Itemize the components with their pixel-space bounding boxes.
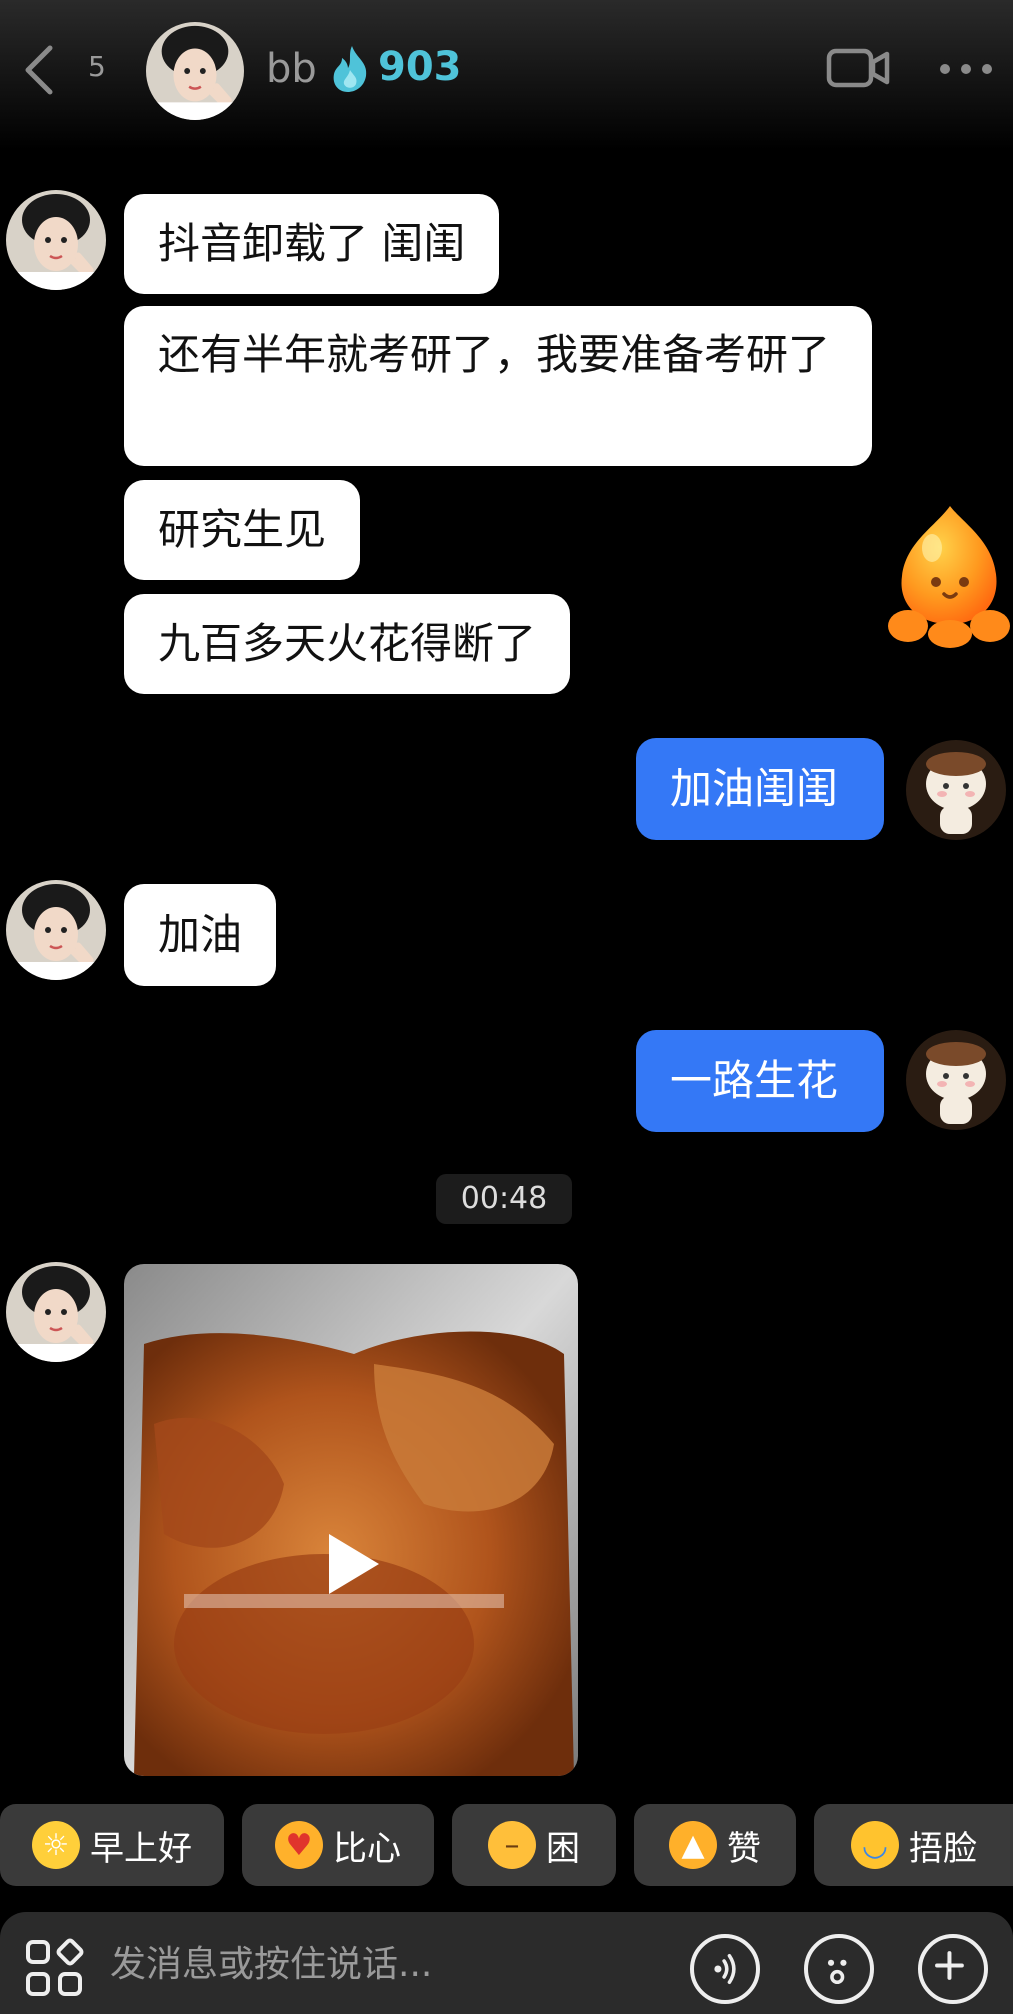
message-bubble-incoming[interactable]: 加油 (124, 884, 277, 986)
message-bubble-incoming[interactable]: 还有半年就考研了，我要准备考研了 (124, 306, 872, 466)
apps-grid-icon[interactable] (24, 1938, 84, 1998)
facepalm-emoji-icon: ◡ (851, 1821, 899, 1869)
heart-hands-emoji-icon: ♥ (275, 1821, 323, 1869)
more-options-icon[interactable] (938, 62, 994, 76)
quick-reply-bar: ☼ 早上好 ♥ 比心 – 困 ▲ 赞 ◡ 捂脸 (0, 1804, 1013, 1886)
sun-glasses-emoji-icon: ☼ (32, 1821, 80, 1869)
contact-avatar[interactable] (6, 190, 106, 290)
sleepy-face-emoji-icon: – (488, 1821, 536, 1869)
quick-reply-heart[interactable]: ♥ 比心 (242, 1804, 434, 1886)
contact-name: bb (266, 46, 317, 92)
contact-avatar[interactable] (146, 22, 244, 120)
quick-reply-label: 赞 (727, 1828, 761, 1869)
video-message-thumbnail[interactable] (124, 1264, 578, 1776)
message-bubble-outgoing[interactable]: 加油闺闺 (636, 738, 884, 840)
emoji-picker-icon[interactable] (804, 1934, 874, 2004)
message-bubble-outgoing[interactable]: 一路生花 (636, 1030, 884, 1132)
message-input[interactable] (110, 1934, 670, 1994)
thumbs-up-emoji-icon: ▲ (669, 1821, 717, 1869)
quick-reply-label: 早上好 (90, 1828, 192, 1869)
quick-reply-label: 比心 (333, 1828, 401, 1869)
message-bubble-incoming[interactable]: 抖音卸载了 闺闺 (124, 194, 500, 294)
my-avatar[interactable] (906, 740, 1006, 840)
back-arrow-icon[interactable] (20, 42, 60, 98)
contact-avatar[interactable] (6, 880, 106, 980)
quick-reply-label: 捂脸 (909, 1828, 977, 1869)
add-more-icon[interactable] (918, 1934, 988, 2004)
quick-reply-sleepy[interactable]: – 困 (452, 1804, 616, 1886)
contact-avatar[interactable] (6, 1262, 106, 1362)
message-timestamp: 00:48 (436, 1174, 572, 1224)
quick-reply-good-morning[interactable]: ☼ 早上好 (0, 1804, 224, 1886)
quick-reply-label: 困 (546, 1828, 580, 1869)
my-avatar[interactable] (906, 1030, 1006, 1130)
spark-flame-icon (333, 46, 367, 92)
mascot-sticker-icon (888, 506, 1010, 648)
message-bubble-incoming[interactable]: 九百多天火花得断了 (124, 594, 571, 694)
message-input-bar (0, 1912, 1013, 2014)
chat-header: 5 bb 903 (0, 0, 1013, 150)
quick-reply-facepalm[interactable]: ◡ 捂脸 (814, 1804, 1013, 1886)
spark-streak-count: 903 (378, 44, 462, 90)
video-call-icon[interactable] (826, 46, 890, 90)
quick-reply-like[interactable]: ▲ 赞 (634, 1804, 796, 1886)
voice-input-icon[interactable] (690, 1934, 760, 2004)
unread-count: 5 (88, 50, 106, 83)
message-bubble-incoming[interactable]: 研究生见 (124, 480, 361, 580)
